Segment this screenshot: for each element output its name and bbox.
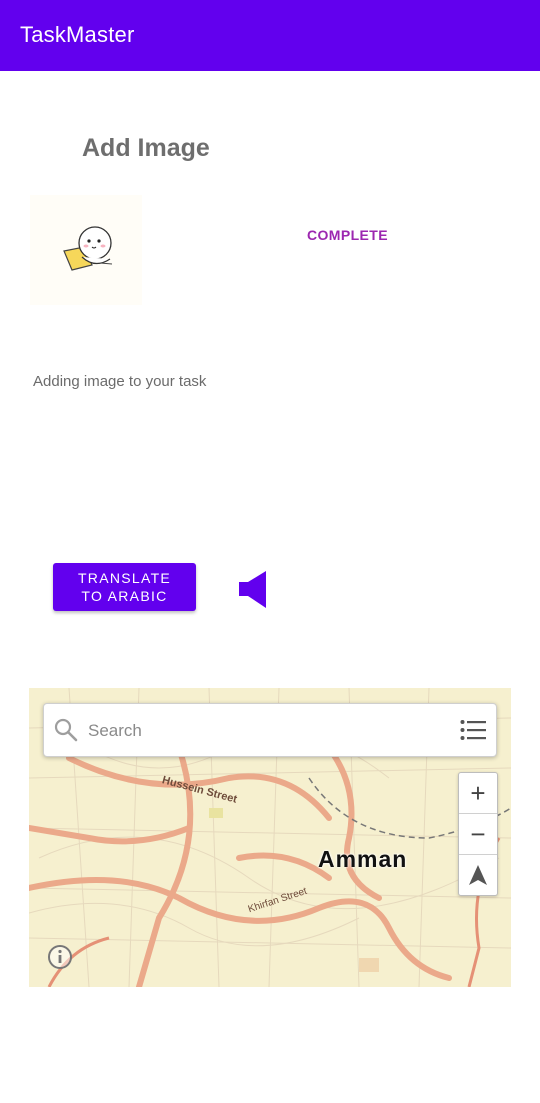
list-icon[interactable] [460, 719, 486, 741]
map-view[interactable]: Hussein Street Khirfan Street Amman + − [29, 688, 511, 987]
map-zoom-controls: + − [458, 772, 498, 896]
translate-label-line1: TRANSLATE [77, 570, 172, 586]
search-icon [54, 718, 78, 742]
app-bar: TaskMaster [0, 0, 540, 71]
app-title: TaskMaster [20, 22, 135, 47]
page-heading: Add Image [82, 134, 210, 162]
zoom-in-button[interactable]: + [459, 773, 497, 814]
zoom-out-button[interactable]: − [459, 814, 497, 855]
translate-label-line2: TO ARABIC [81, 588, 168, 604]
task-description: Adding image to your task [33, 373, 207, 390]
info-icon[interactable] [47, 944, 73, 970]
map-search-input[interactable] [86, 714, 450, 748]
city-label: Amman [318, 846, 408, 872]
task-image [30, 195, 142, 305]
translate-to-arabic-button[interactable]: TRANSLATE TO ARABIC [53, 563, 196, 611]
speaker-icon[interactable] [238, 570, 270, 610]
compass-icon[interactable] [459, 855, 497, 895]
task-status: COMPLETE [307, 227, 388, 243]
map-search-bar[interactable] [43, 703, 497, 757]
